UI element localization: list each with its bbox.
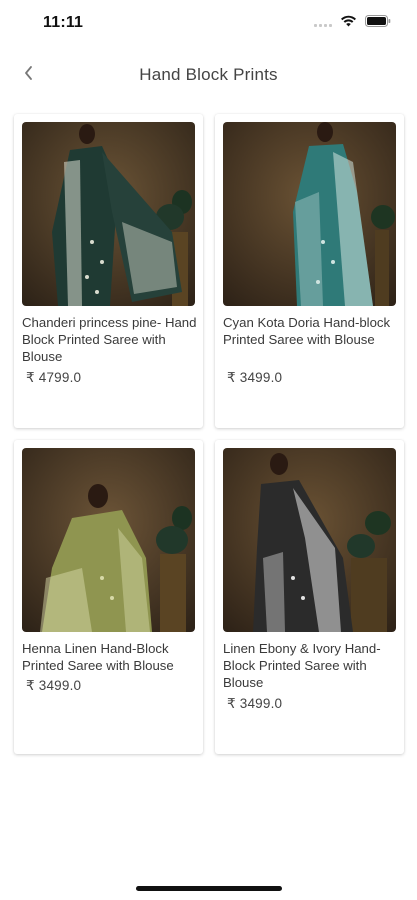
product-price: ₹ 3499.0: [227, 696, 283, 711]
product-title: Linen Ebony & Ivory Hand-Block Printed S…: [223, 641, 381, 690]
product-title: Henna Linen Hand-Block Printed Saree wit…: [22, 641, 174, 673]
app-bar: Hand Block Prints: [0, 55, 417, 95]
product-card[interactable]: Henna Linen Hand-Block Printed Saree wit…: [14, 440, 203, 754]
product-image: [223, 448, 396, 632]
status-bar: 11:11: [0, 0, 417, 48]
product-card[interactable]: Linen Ebony & Ivory Hand-Block Printed S…: [215, 440, 404, 754]
home-indicator: [136, 886, 282, 891]
battery-icon: [365, 15, 391, 27]
product-title: Chanderi princess pine- Hand Block Print…: [22, 315, 197, 364]
signal-icon: [314, 15, 332, 27]
product-price: ₹ 4799.0: [26, 370, 82, 385]
product-image: [223, 122, 396, 306]
page-title: Hand Block Prints: [139, 65, 278, 84]
product-card[interactable]: Chanderi princess pine- Hand Block Print…: [14, 114, 203, 428]
product-price: ₹ 3499.0: [227, 370, 283, 385]
product-card[interactable]: Cyan Kota Doria Hand-block Printed Saree…: [215, 114, 404, 428]
product-price: ₹ 3499.0: [26, 678, 82, 693]
status-time: 11:11: [43, 14, 84, 31]
product-image: [22, 448, 195, 632]
status-icons: [314, 15, 391, 27]
product-title: Cyan Kota Doria Hand-block Printed Saree…: [223, 315, 391, 347]
product-image: [22, 122, 195, 306]
wifi-icon: [340, 15, 357, 27]
